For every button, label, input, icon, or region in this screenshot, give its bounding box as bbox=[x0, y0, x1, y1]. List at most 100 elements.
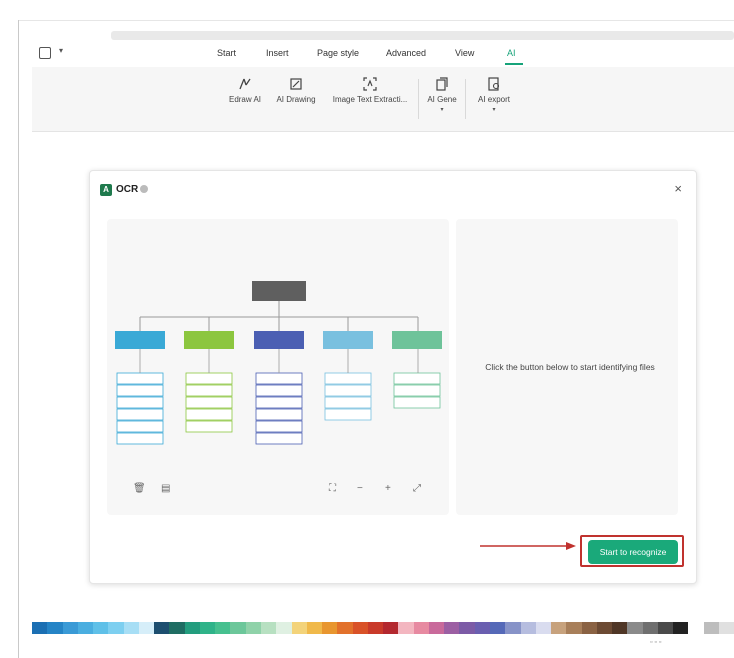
tab-ai[interactable]: AI bbox=[507, 48, 516, 58]
color-swatch[interactable] bbox=[108, 622, 124, 634]
color-swatch[interactable] bbox=[398, 622, 414, 634]
dialog-title: OCR bbox=[116, 184, 139, 195]
color-swatch[interactable] bbox=[77, 622, 94, 634]
color-swatch[interactable] bbox=[474, 622, 490, 634]
color-swatch[interactable] bbox=[291, 622, 307, 634]
color-swatch[interactable] bbox=[322, 622, 338, 634]
color-swatch[interactable] bbox=[138, 622, 155, 634]
tab-page-style[interactable]: Page style bbox=[317, 48, 359, 58]
zoom-in-icon[interactable]: + bbox=[385, 483, 391, 494]
color-swatch[interactable] bbox=[673, 622, 689, 634]
recognition-result-panel: Click the button below to start identify… bbox=[456, 219, 678, 515]
color-swatch[interactable] bbox=[337, 622, 353, 634]
color-swatch[interactable] bbox=[505, 622, 521, 634]
document-icon[interactable]: ▤ bbox=[161, 483, 170, 494]
color-swatch[interactable] bbox=[413, 622, 429, 634]
active-tab-underline bbox=[505, 63, 523, 65]
ai-generate-button[interactable]: AI Gene ▾ bbox=[426, 77, 458, 113]
color-swatch[interactable] bbox=[32, 622, 48, 634]
color-swatch[interactable] bbox=[703, 622, 719, 634]
color-swatch[interactable] bbox=[718, 622, 734, 634]
color-swatch[interactable] bbox=[383, 622, 399, 634]
edraw-ai-button[interactable]: Edraw AI bbox=[228, 77, 262, 104]
color-swatch[interactable] bbox=[260, 622, 277, 634]
color-swatch[interactable] bbox=[123, 622, 139, 634]
ai-export-button[interactable]: AI export ▾ bbox=[472, 77, 516, 113]
window-left-border bbox=[18, 20, 19, 658]
image-text-extraction-label: Image Text Extracti... bbox=[332, 95, 408, 104]
color-swatch[interactable] bbox=[154, 622, 170, 634]
ai-drawing-button[interactable]: AI Drawing bbox=[273, 77, 319, 104]
app-logo-icon: A bbox=[100, 184, 112, 196]
color-swatch[interactable] bbox=[352, 622, 368, 634]
fullscreen-icon[interactable]: ⤢ bbox=[413, 483, 421, 494]
color-swatch[interactable] bbox=[596, 622, 613, 634]
color-swatch[interactable] bbox=[642, 622, 658, 634]
color-swatch[interactable] bbox=[566, 622, 582, 634]
ai-generate-label: AI Gene bbox=[427, 95, 457, 104]
ai-drawing-label: AI Drawing bbox=[276, 95, 316, 104]
status-bar-icons: ▫ ▫ ▫ bbox=[650, 639, 662, 646]
color-swatch[interactable] bbox=[627, 622, 643, 634]
color-swatch[interactable] bbox=[444, 622, 460, 634]
org-chart-preview-image bbox=[115, 281, 442, 445]
color-palette-bar bbox=[32, 622, 734, 634]
ocr-dialog: A OCR × 🗑 ▤ ⛶ − + ⤢ Click the button bel… bbox=[89, 170, 697, 584]
title-strip bbox=[19, 21, 734, 41]
edraw-ai-icon bbox=[239, 78, 251, 90]
color-swatch[interactable] bbox=[535, 622, 552, 634]
color-swatch[interactable] bbox=[367, 622, 384, 634]
tab-start[interactable]: Start bbox=[217, 48, 236, 58]
delete-icon[interactable]: 🗑 bbox=[133, 483, 146, 494]
chart-branch-node bbox=[392, 331, 442, 349]
image-preview-panel: 🗑 ▤ ⛶ − + ⤢ bbox=[107, 219, 449, 515]
tab-view[interactable]: View bbox=[455, 48, 474, 58]
fit-screen-icon[interactable]: ⛶ bbox=[329, 483, 336, 494]
color-swatch[interactable] bbox=[459, 622, 475, 634]
quick-access-icon[interactable] bbox=[39, 47, 51, 59]
color-swatch[interactable] bbox=[184, 622, 200, 634]
color-swatch[interactable] bbox=[551, 622, 567, 634]
color-swatch[interactable] bbox=[489, 622, 506, 634]
ribbon-separator bbox=[418, 79, 419, 119]
chart-branch-node bbox=[115, 331, 165, 349]
chart-branch-node bbox=[184, 331, 234, 349]
ai-generate-icon bbox=[436, 77, 448, 91]
color-swatch[interactable] bbox=[199, 622, 216, 634]
start-to-recognize-button[interactable]: Start to recognize bbox=[588, 540, 678, 564]
edraw-ai-label: Edraw AI bbox=[228, 95, 261, 104]
color-swatch[interactable] bbox=[276, 622, 292, 634]
tab-advanced[interactable]: Advanced bbox=[386, 48, 426, 58]
color-swatch[interactable] bbox=[93, 622, 109, 634]
color-swatch[interactable] bbox=[62, 622, 78, 634]
chevron-down-icon: ▾ bbox=[440, 107, 444, 113]
image-text-extraction-button[interactable]: Image Text Extracti... bbox=[330, 77, 410, 104]
ai-drawing-icon bbox=[290, 78, 302, 90]
color-swatch[interactable] bbox=[47, 622, 63, 634]
ai-export-label: AI export bbox=[477, 95, 510, 104]
color-swatch[interactable] bbox=[581, 622, 597, 634]
close-icon[interactable]: × bbox=[674, 181, 682, 196]
color-swatch[interactable] bbox=[230, 622, 246, 634]
color-swatch[interactable] bbox=[306, 622, 323, 634]
color-swatch[interactable] bbox=[169, 622, 185, 634]
color-swatch[interactable] bbox=[428, 622, 445, 634]
zoom-out-icon[interactable]: − bbox=[357, 483, 363, 494]
tab-insert[interactable]: Insert bbox=[266, 48, 289, 58]
annotation-arrow bbox=[480, 542, 576, 550]
menu-bar: ▾ Start Insert Page style Advanced View … bbox=[19, 41, 734, 67]
chart-branch-node bbox=[254, 331, 304, 349]
color-swatch[interactable] bbox=[688, 622, 704, 634]
info-icon[interactable] bbox=[140, 185, 148, 193]
color-swatch[interactable] bbox=[215, 622, 231, 634]
chevron-down-icon: ▾ bbox=[492, 107, 496, 113]
color-swatch[interactable] bbox=[612, 622, 628, 634]
color-swatch[interactable] bbox=[657, 622, 674, 634]
quick-access-caret-icon[interactable]: ▾ bbox=[59, 46, 63, 55]
ai-export-icon bbox=[488, 77, 500, 91]
ribbon-toolbar: Edraw AI AI Drawing Image Text Extracti.… bbox=[32, 67, 734, 132]
color-swatch[interactable] bbox=[520, 622, 536, 634]
color-swatch[interactable] bbox=[245, 622, 261, 634]
chart-root-node bbox=[252, 281, 306, 301]
recognition-hint-text: Click the button below to start identify… bbox=[485, 362, 655, 372]
